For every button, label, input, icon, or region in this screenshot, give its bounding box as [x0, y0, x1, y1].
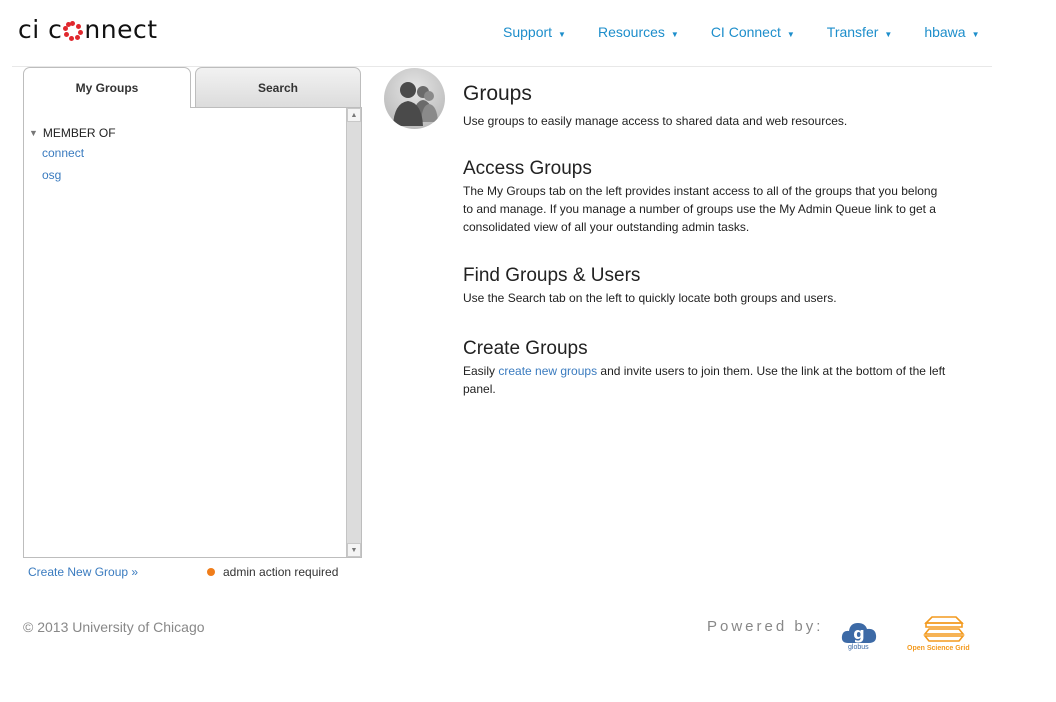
open-science-grid-logo[interactable]: Open Science Grid: [905, 615, 981, 655]
logo-text-right: nnect: [84, 14, 158, 44]
nav-resources-label: Resources: [597, 24, 665, 40]
admin-action-legend: admin action required: [207, 565, 338, 579]
groups-heading: Groups: [463, 82, 532, 105]
find-groups-text: Use the Search tab on the left to quickl…: [463, 291, 837, 305]
globus-logo[interactable]: g globus: [840, 615, 880, 655]
globus-cloud-icon: g: [841, 623, 877, 643]
tab-my-groups[interactable]: My Groups: [23, 67, 191, 108]
nav-support[interactable]: Support ▼: [503, 24, 566, 40]
nav-transfer-label: Transfer: [826, 24, 879, 40]
group-link-connect[interactable]: connect: [42, 146, 84, 160]
logo-text-left: ci c: [18, 14, 63, 44]
nav-ci-connect-label: CI Connect: [710, 24, 781, 40]
powered-by-label: Powered by:: [707, 618, 824, 635]
group-link-osg[interactable]: osg: [42, 168, 61, 182]
tab-search[interactable]: Search: [195, 67, 361, 107]
find-groups-heading: Find Groups & Users: [463, 265, 641, 286]
nav-transfer[interactable]: Transfer ▼: [827, 24, 893, 40]
groups-panel: ▼ MEMBER OF connect osg ▲ ▼: [23, 107, 362, 558]
access-groups-text: The My Groups tab on the left provides i…: [463, 184, 938, 234]
groups-avatar-icon: [384, 68, 445, 129]
create-new-group-link[interactable]: Create New Group »: [28, 565, 138, 579]
admin-action-label: admin action required: [223, 565, 339, 579]
ci-connect-logo[interactable]: ci c nnect: [18, 14, 158, 44]
tree-member-of[interactable]: ▼ MEMBER OF: [29, 126, 116, 140]
nav-user-label: hbawa: [924, 24, 966, 40]
scroll-down-icon[interactable]: ▼: [347, 543, 361, 557]
scroll-up-icon[interactable]: ▲: [347, 108, 361, 122]
create-new-groups-link[interactable]: create new groups: [498, 364, 597, 378]
panel-scrollbar[interactable]: ▲ ▼: [346, 108, 361, 557]
admin-dot-icon: [207, 568, 215, 576]
main-content: Groups Use groups to easily manage acces…: [463, 82, 958, 398]
osg-grid-icon: [923, 616, 965, 642]
access-groups-heading: Access Groups: [463, 158, 592, 179]
svg-text:g: g: [853, 624, 864, 643]
nav-resources[interactable]: Resources ▼: [598, 24, 679, 40]
top-nav: Support ▼ Resources ▼ CI Connect ▼ Transfer…: [503, 24, 1012, 40]
globus-caption: globus: [848, 644, 869, 651]
create-text-before: Easily: [463, 364, 499, 378]
create-groups-heading: Create Groups: [463, 338, 588, 359]
groups-text: Use groups to easily manage access to sh…: [463, 114, 848, 128]
copyright-text: © 2013 University of Chicago: [23, 619, 205, 635]
osg-caption: Open Science Grid: [907, 645, 970, 652]
nav-support-label: Support: [503, 24, 553, 40]
nav-user-menu[interactable]: hbawa ▼: [924, 24, 979, 40]
tree-member-of-label: MEMBER OF: [42, 126, 116, 140]
logo-ring-icon: [63, 21, 84, 41]
caret-down-icon: ▼: [558, 29, 566, 39]
caret-down-icon: ▼: [884, 29, 893, 39]
caret-down-icon: ▼: [670, 29, 679, 39]
create-groups-text: Easily create new groups and invite user…: [463, 362, 955, 398]
expand-triangle-icon: ▼: [29, 128, 38, 138]
nav-ci-connect[interactable]: CI Connect ▼: [711, 24, 795, 40]
caret-down-icon: ▼: [786, 29, 795, 39]
caret-down-icon: ▼: [971, 29, 980, 39]
